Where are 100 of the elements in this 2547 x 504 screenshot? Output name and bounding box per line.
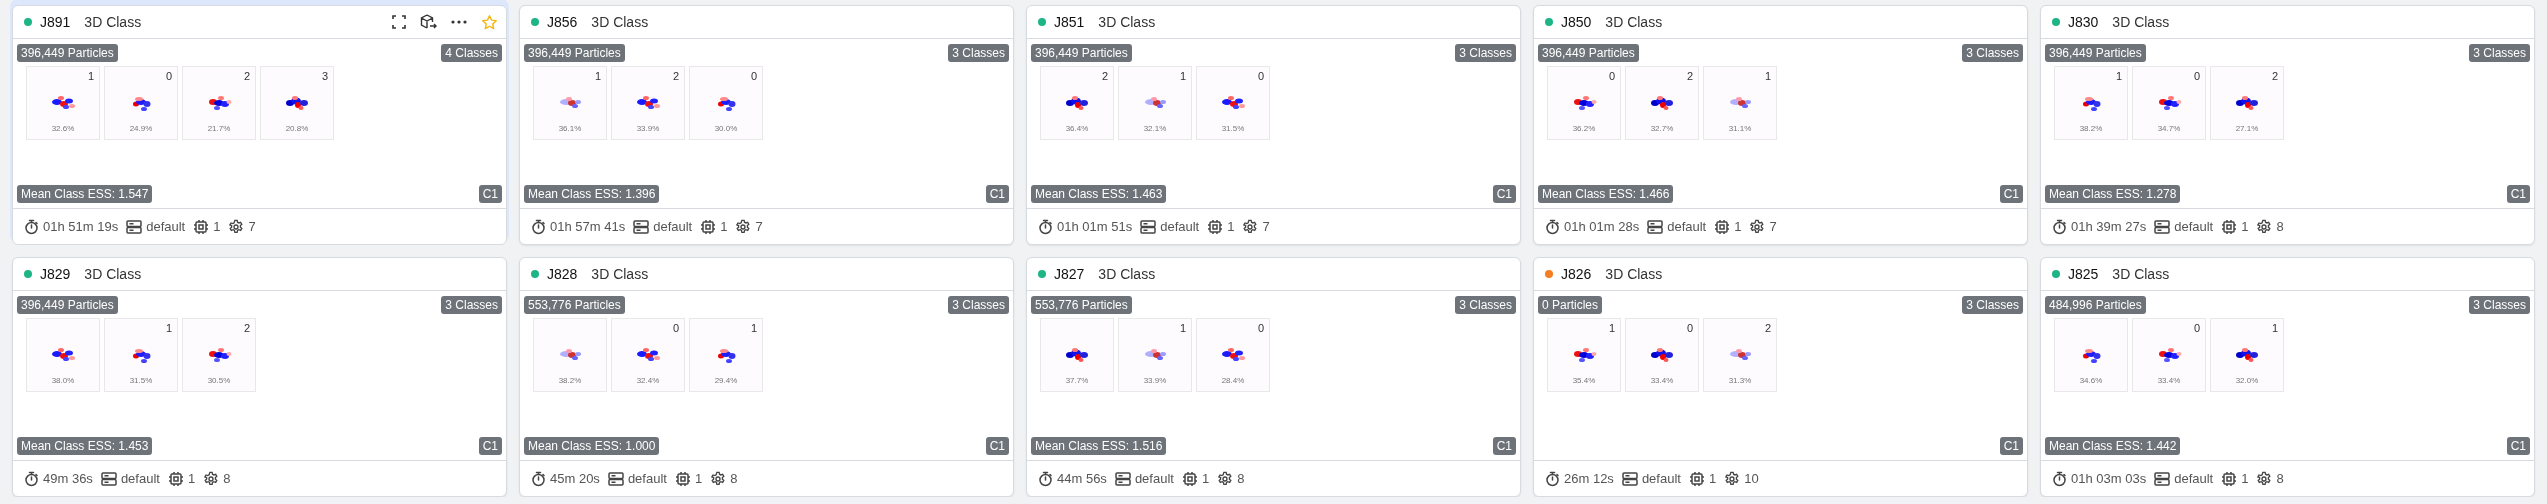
stopwatch-icon [24, 470, 39, 487]
class-number: 2 [1686, 70, 1693, 83]
class-percent: 35.4% [1572, 376, 1596, 385]
stopwatch-icon [2052, 218, 2067, 235]
class-tile[interactable]: 3 20.8% [260, 66, 334, 140]
job-card[interactable]: J825 3D Class 34.6% 0 33.4% 1 32.0% 484,996 Particles 3 Classes Mean Class ESS: 1.442 C1 01h 03m 03s default 1 8 [2040, 257, 2535, 497]
gpu-count: 1 [2241, 471, 2249, 486]
settings-icon [710, 470, 727, 487]
mean-class-ess: Mean Class ESS: 1.453 [17, 437, 153, 455]
class-tile[interactable]: 1 33.9% [1118, 318, 1192, 392]
star-icon[interactable] [481, 13, 498, 31]
class-tile[interactable]: 0 31.5% [1196, 66, 1270, 140]
class-tile[interactable]: 1 32.0% [2210, 318, 2284, 392]
class-number: 1 [165, 322, 172, 335]
job-id[interactable]: J850 [1561, 14, 1592, 30]
cube-arrow-icon[interactable] [420, 14, 437, 30]
symmetry-label: C1 [1492, 437, 1516, 455]
class-tile[interactable]: 2 31.3% [1703, 318, 1777, 392]
class-number: 0 [750, 70, 757, 83]
particle-count: 396,449 Particles [17, 44, 118, 62]
symmetry-label: C1 [478, 437, 502, 455]
class-tile[interactable]: 1 32.6% [26, 66, 100, 140]
job-card[interactable]: J851 3D Class 2 36.4% 1 32.1% 0 31.5% 396,449 Particles 3 Classes Mean Class ESS: 1.463 C1 01h 01m 51s default 1 7 [1026, 5, 1521, 245]
class-tile[interactable]: 38.0% [26, 318, 100, 392]
class-tile[interactable]: 0 33.4% [1625, 318, 1699, 392]
class-tile[interactable]: 1 31.1% [1703, 66, 1777, 140]
class-percent: 32.6% [51, 124, 75, 133]
class-tile[interactable]: 2 36.4% [1040, 66, 1114, 140]
run-duration: 01h 03m 03s [2071, 471, 2147, 486]
class-tile[interactable]: 2 27.1% [2210, 66, 2284, 140]
class-percent: 31.5% [1221, 124, 1245, 133]
stopwatch-icon [531, 470, 546, 487]
class-percent: 31.1% [1728, 124, 1752, 133]
gpu-count: 1 [2241, 219, 2249, 234]
mean-class-ess: Mean Class ESS: 1.396 [524, 185, 660, 203]
class-tile[interactable]: 0 33.4% [2132, 318, 2206, 392]
expand-icon[interactable] [392, 15, 406, 29]
class-percent: 33.4% [1650, 376, 1674, 385]
job-id[interactable]: J829 [40, 266, 71, 282]
class-tile[interactable]: 0 32.4% [611, 318, 685, 392]
job-id[interactable]: J891 [40, 14, 71, 30]
cpu-count: 8 [223, 471, 231, 486]
class-tile[interactable]: 38.2% [533, 318, 607, 392]
job-id[interactable]: J826 [1561, 266, 1592, 282]
class-number: 2 [1101, 70, 1108, 83]
class-tile[interactable]: 2 33.9% [611, 66, 685, 140]
server-icon [633, 219, 650, 234]
job-card[interactable]: J829 3D Class 38.0% 1 31.5% 2 30.5% 396,449 Particles 3 Classes Mean Class ESS: 1.453 C1 49m 36s default 1 8 [12, 257, 507, 497]
class-percent: 33.9% [1143, 376, 1167, 385]
class-tile[interactable]: 2 21.7% [182, 66, 256, 140]
job-id[interactable]: J827 [1054, 266, 1085, 282]
job-id[interactable]: J856 [547, 14, 578, 30]
particle-count: 396,449 Particles [2045, 44, 2146, 62]
cpu-count: 8 [1237, 471, 1245, 486]
class-tile[interactable]: 1 32.1% [1118, 66, 1192, 140]
cpu-count: 8 [2276, 471, 2284, 486]
class-tile[interactable]: 0 36.2% [1547, 66, 1621, 140]
class-tile[interactable]: 1 38.2% [2054, 66, 2128, 140]
class-tile[interactable]: 37.7% [1040, 318, 1114, 392]
settings-icon [1724, 470, 1741, 487]
job-card[interactable]: J850 3D Class 0 36.2% 2 32.7% 1 31.1% 396,449 Particles 3 Classes Mean Class ESS: 1.466 C1 01h 01m 28s default 1 7 [1533, 5, 2028, 245]
lane-name: default [2174, 219, 2214, 234]
job-id[interactable]: J825 [2068, 266, 2099, 282]
class-number: 0 [1257, 70, 1264, 83]
symmetry-label: C1 [1999, 437, 2023, 455]
settings-icon [203, 470, 220, 487]
symmetry-label: C1 [478, 185, 502, 203]
job-card[interactable]: J856 3D Class 1 36.1% 2 33.9% 0 30.0% 396,449 Particles 3 Classes Mean Class ESS: 1.396 C1 01h 57m 41s default 1 7 [519, 5, 1014, 245]
job-card[interactable]: J826 3D Class 1 35.4% 0 33.4% 2 31.3% 0 Particles 3 Classes C1 26m 12s default 1 10 [1533, 257, 2028, 497]
settings-icon [1242, 218, 1259, 235]
class-number: 0 [2193, 322, 2200, 335]
more-icon[interactable] [451, 20, 467, 24]
chip-icon [674, 470, 691, 487]
class-percent: 36.1% [558, 124, 582, 133]
class-tile[interactable]: 1 36.1% [533, 66, 607, 140]
mean-class-ess: Mean Class ESS: 1.442 [2045, 437, 2181, 455]
job-card[interactable]: J827 3D Class 37.7% 1 33.9% 0 28.4% 553,776 Particles 3 Classes Mean Class ESS: 1.516 C1 44m 56s default 1 8 [1026, 257, 1521, 497]
settings-icon [1749, 218, 1766, 235]
job-id[interactable]: J851 [1054, 14, 1085, 30]
class-tile[interactable]: 0 28.4% [1196, 318, 1270, 392]
job-card[interactable]: J830 3D Class 1 38.2% 0 34.7% 2 27.1% 396,449 Particles 3 Classes Mean Class ESS: 1.278 C1 01h 39m 27s default 1 8 [2040, 5, 2535, 245]
stopwatch-icon [1038, 470, 1053, 487]
job-card[interactable]: J828 3D Class 38.2% 0 32.4% 1 29.4% 553,776 Particles 3 Classes Mean Class ESS: 1.000 C1 45m 20s default 1 8 [519, 257, 1014, 497]
class-tile[interactable]: 0 30.0% [689, 66, 763, 140]
class-number: 0 [1608, 70, 1615, 83]
class-tile[interactable]: 0 34.7% [2132, 66, 2206, 140]
class-tile[interactable]: 1 31.5% [104, 318, 178, 392]
class-percent: 34.7% [2157, 124, 2181, 133]
class-tile[interactable]: 1 29.4% [689, 318, 763, 392]
class-tile[interactable]: 1 35.4% [1547, 318, 1621, 392]
symmetry-label: C1 [2506, 437, 2530, 455]
class-tile[interactable]: 0 24.9% [104, 66, 178, 140]
class-tile[interactable]: 2 32.7% [1625, 66, 1699, 140]
job-id[interactable]: J830 [2068, 14, 2099, 30]
gpu-count: 1 [1227, 219, 1235, 234]
job-id[interactable]: J828 [547, 266, 578, 282]
class-tile[interactable]: 34.6% [2054, 318, 2128, 392]
class-tile[interactable]: 2 30.5% [182, 318, 256, 392]
class-count: 3 Classes [1455, 296, 1516, 314]
particle-count: 484,996 Particles [2045, 296, 2146, 314]
